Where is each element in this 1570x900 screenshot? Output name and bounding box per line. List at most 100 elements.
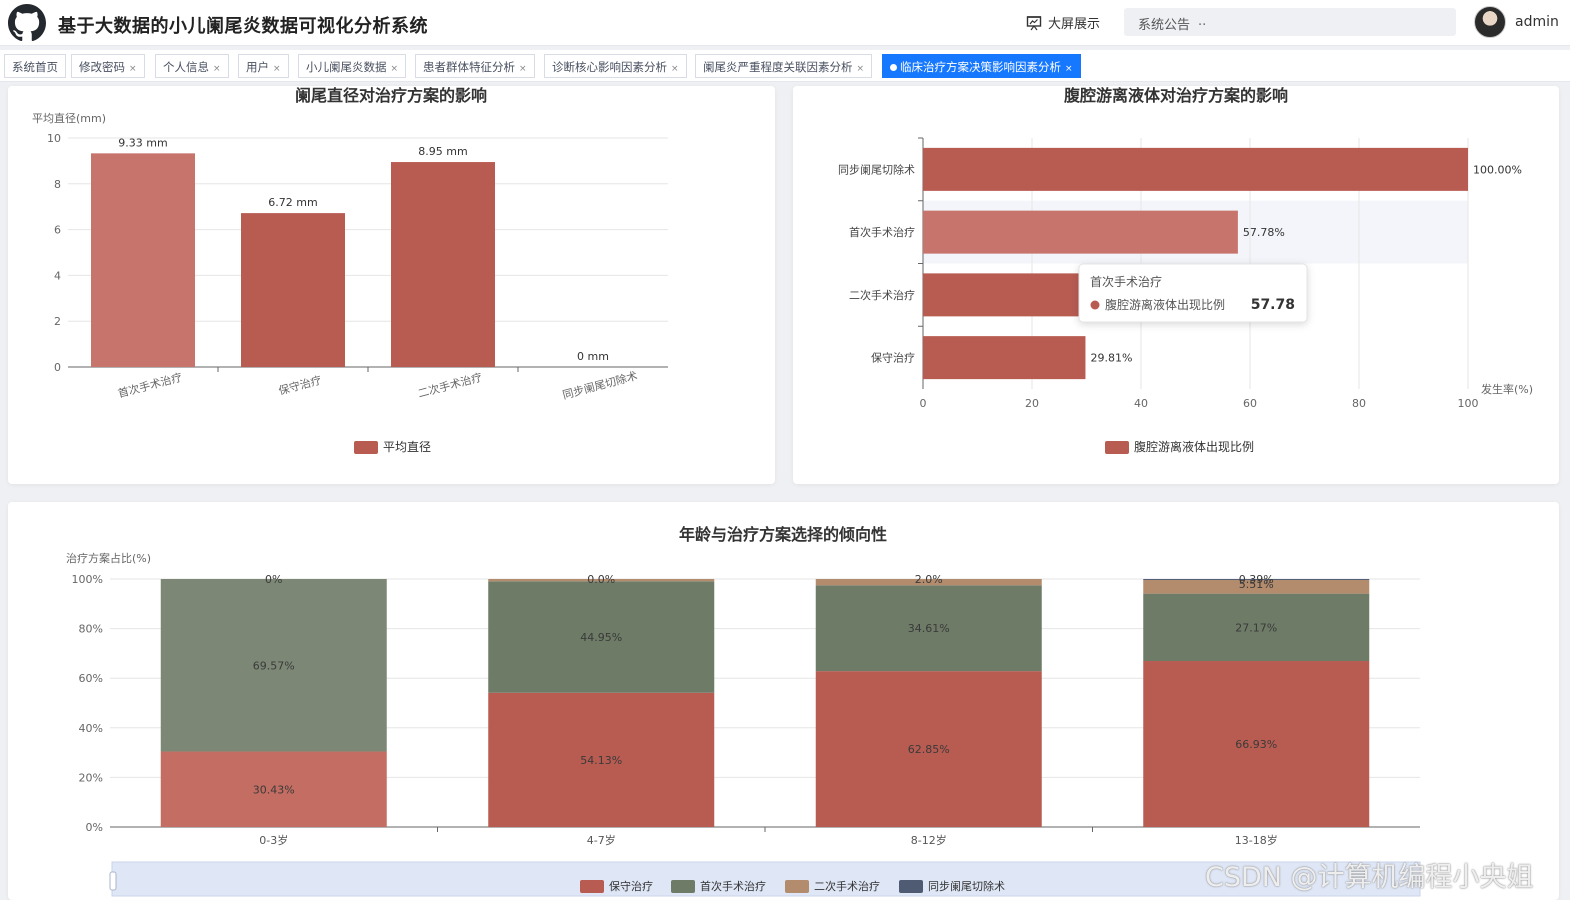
tab-appendicitis-data[interactable]: 小儿阑尾炎数据 × <box>298 54 407 78</box>
tab-close-icon[interactable]: × <box>1065 64 1073 74</box>
tooltip-series-name: 腹腔游离液体出现比例 <box>1105 297 1225 312</box>
legend-swatch <box>354 441 378 454</box>
bar <box>923 210 1238 254</box>
tab-change-password[interactable]: 修改密码 × <box>71 54 145 78</box>
y-tick-label: 60% <box>79 672 103 685</box>
bar <box>241 213 345 367</box>
tab-close-icon[interactable]: × <box>671 64 679 74</box>
bar-data-label: 57.78% <box>1243 226 1285 239</box>
segment-data-label: 30.43% <box>253 783 295 796</box>
y-tick-label: 保守治疗 <box>871 351 915 365</box>
bar-data-label: 0 mm <box>577 350 609 363</box>
tooltip-box <box>1078 263 1308 323</box>
top-header: 基于大数据的小儿阑尾炎数据可视化分析系统 大屏展示 系统公告 ·· admin <box>0 0 1570 46</box>
tabs-bar: 系统首页 修改密码 × 个人信息 × 用户 × 小儿阑尾炎数据 × 患者群体特征分析 × … <box>0 50 1570 82</box>
tab-close-icon[interactable]: × <box>857 64 865 74</box>
chart-title: 阑尾直径对治疗方案的影响 <box>295 86 487 105</box>
y-tick-label: 100% <box>72 573 103 586</box>
x-tick-label: 二次手术治疗 <box>416 370 483 401</box>
bar <box>91 153 195 367</box>
legend-label: 平均直径 <box>383 440 431 454</box>
tab-diagnosis-factors[interactable]: 诊断核心影响因素分析 × <box>544 54 687 78</box>
legend-swatch <box>671 880 695 893</box>
datazoom-slider <box>111 861 1421 897</box>
y-tick-label: 2 <box>54 315 61 328</box>
tab-patient-features[interactable]: 患者群体特征分析 × <box>415 54 535 78</box>
user-avatar[interactable] <box>1474 6 1506 38</box>
y-tick-label: 二次手术治疗 <box>849 288 915 302</box>
x-tick-label: 保守治疗 <box>277 373 323 398</box>
y-tick-label: 同步阑尾切除术 <box>838 162 915 176</box>
x-tick-label: 首次手术治疗 <box>116 370 183 401</box>
segment-data-label: 27.17% <box>1235 621 1277 634</box>
tab-profile[interactable]: 个人信息 × <box>155 54 229 78</box>
x-tick-label: 8-12岁 <box>911 833 947 847</box>
segment-data-label: 66.93% <box>1235 738 1277 751</box>
tooltip-value: 57.78 <box>1251 297 1295 313</box>
bigscreen-label: 大屏展示 <box>1048 17 1101 32</box>
bar-data-label: 6.72 mm <box>268 196 317 209</box>
system-notice-bar[interactable]: 系统公告 ·· <box>1124 8 1456 36</box>
tooltip-title: 首次手术治疗 <box>1090 275 1162 289</box>
tab-close-icon[interactable]: × <box>273 64 281 74</box>
tab-close-icon[interactable]: × <box>519 64 527 74</box>
github-logo-icon[interactable] <box>8 4 46 42</box>
legend-label: 腹腔游离液体出现比例 <box>1134 439 1254 454</box>
tab-label: 阑尾炎严重程度关联因素分析 <box>703 60 853 74</box>
x-axis-label: 发生率(%) <box>1481 382 1533 396</box>
legend-label: 保守治疗 <box>609 879 653 893</box>
legend-label: 二次手术治疗 <box>814 879 880 893</box>
chart-panel-age: 年龄与治疗方案选择的倾向性 治疗方案占比(%) 0% 20% 40% 60% 80% 100%… <box>8 502 1559 900</box>
chart-panel-fluid: 腹腔游离液体对治疗方案的影响 0 20 40 60 80 100 发生率(%) 同步阑尾切除术 1… <box>793 86 1559 484</box>
y-tick-label: 40% <box>79 722 103 735</box>
segment-data-label: 0.0% <box>587 573 615 586</box>
tab-close-icon[interactable]: × <box>129 64 137 74</box>
bar <box>923 147 1468 191</box>
x-tick-label: 60 <box>1243 397 1257 410</box>
y-tick-label: 6 <box>54 224 61 237</box>
tab-close-icon[interactable]: × <box>213 64 221 74</box>
bar <box>923 336 1086 380</box>
x-tick-label: 100 <box>1458 397 1479 410</box>
legend-swatch <box>580 880 604 893</box>
tab-users[interactable]: 用户 × <box>238 54 289 78</box>
notice-label: 系统公告 <box>1138 18 1191 33</box>
x-tick-label: 40 <box>1134 397 1148 410</box>
bar <box>923 273 1086 317</box>
tab-treatment-factors[interactable]: 临床治疗方案决策影响因素分析 × <box>882 54 1081 78</box>
bar-data-label: 29.81% <box>1090 352 1132 365</box>
legend-label: 同步阑尾切除术 <box>928 879 1005 893</box>
segment-data-label: 0% <box>265 573 282 586</box>
bar-data-label: 100.00% <box>1473 163 1522 176</box>
y-tick-label: 4 <box>54 269 61 282</box>
tab-close-icon[interactable]: × <box>391 64 399 74</box>
segment-data-label: 34.61% <box>908 622 950 635</box>
legend-swatch <box>785 880 809 893</box>
x-tick-label: 同步阑尾切除术 <box>561 368 639 401</box>
y-tick-label: 首次手术治疗 <box>849 225 915 239</box>
y-tick-label: 80% <box>79 623 103 636</box>
username[interactable]: admin <box>1515 14 1559 30</box>
legend-swatch <box>1105 441 1129 454</box>
segment-data-label: 69.57% <box>253 659 295 672</box>
presentation-icon <box>1026 15 1042 30</box>
x-tick-label: 0 <box>920 397 927 410</box>
x-tick-label: 80 <box>1352 397 1366 410</box>
segment-data-label: 44.95% <box>580 631 622 644</box>
y-tick-label: 0% <box>86 821 103 834</box>
bigscreen-button[interactable]: 大屏展示 <box>1026 13 1100 32</box>
y-tick-label: 20% <box>79 771 103 784</box>
age-stacked-bar-chart: 年龄与治疗方案选择的倾向性治疗方案占比(%) 0% 20% 40% 60% 80% 100%… <box>66 525 1421 897</box>
chart-title: 腹腔游离液体对治疗方案的影响 <box>1064 86 1288 105</box>
y-tick-label: 0 <box>54 361 61 374</box>
tab-label: 用户 <box>246 60 269 74</box>
tooltip-marker <box>1090 300 1100 310</box>
y-tick-label: 8 <box>54 178 61 191</box>
bar-data-label: 9.33 mm <box>118 136 167 149</box>
tab-severity-factors[interactable]: 阑尾炎严重程度关联因素分析 × <box>695 54 873 78</box>
fluid-horizontal-bar-chart: 腹腔游离液体对治疗方案的影响 0 20 40 60 80 100发生率(%) 同步阑尾切除术 1… <box>838 86 1533 454</box>
tab-label: 系统首页 <box>12 60 58 74</box>
y-tick-label: 10 <box>47 132 61 145</box>
tab-home[interactable]: 系统首页 <box>4 54 66 78</box>
tab-label: 临床治疗方案决策影响因素分析 <box>900 60 1061 74</box>
